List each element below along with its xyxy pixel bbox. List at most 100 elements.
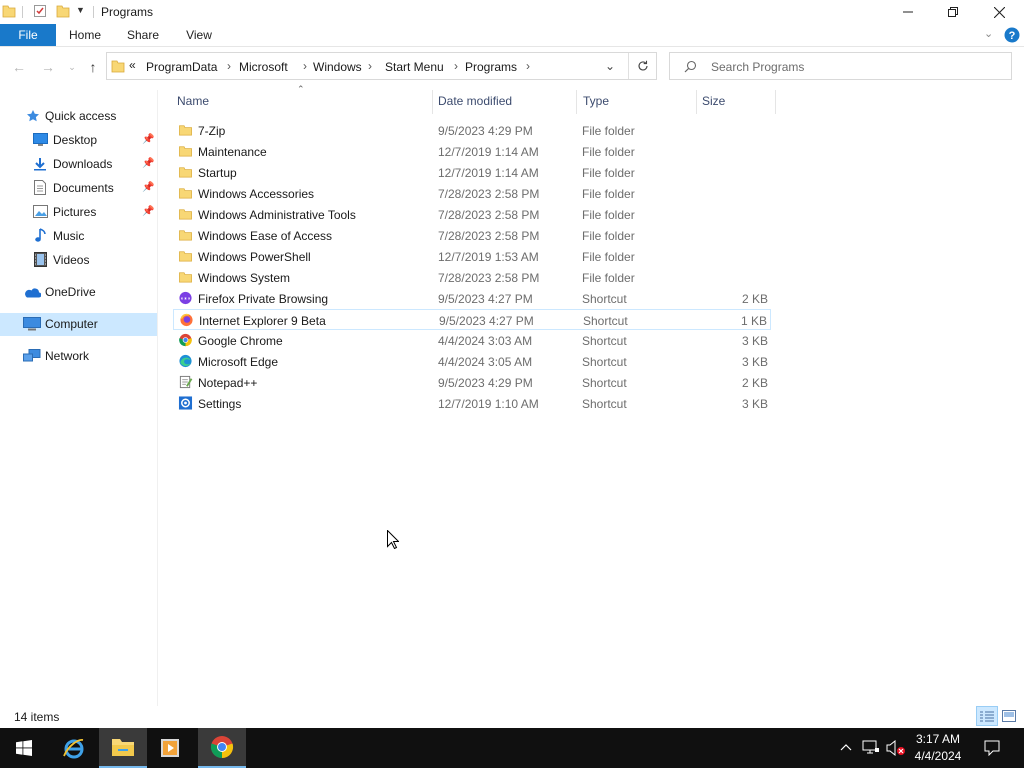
chevron-right-icon[interactable]: › [454,59,458,73]
large-icons-view-icon[interactable] [1002,710,1016,722]
volume-muted-icon[interactable] [886,740,906,756]
file-row[interactable]: Startup 12/7/2019 1:14 AM File folder [173,162,771,183]
properties-icon[interactable] [33,4,47,18]
pin-icon[interactable]: 📌 [142,129,154,151]
recent-locations-button[interactable]: ⌄ [62,58,82,76]
breadcrumb-windows[interactable]: Windows [313,60,362,74]
download-icon [34,158,46,171]
column-header-type[interactable]: Type [583,94,609,110]
column-divider[interactable] [576,90,577,114]
search-box[interactable]: Search Programs [669,52,1012,80]
file-name: Internet Explorer 9 Beta [199,314,326,328]
file-row[interactable]: Firefox Private Browsing 9/5/2023 4:27 PM… [173,288,771,309]
file-name: 7-Zip [198,124,226,138]
pin-icon[interactable]: 📌 [142,153,154,175]
nav-label: Computer [45,317,98,331]
breadcrumb-start-menu[interactable]: Start Menu [385,60,444,74]
file-date-modified: 7/28/2023 2:58 PM [438,208,540,222]
nav-desktop[interactable]: Desktop 📌 [0,129,157,151]
file-row[interactable]: 7-Zip 9/5/2023 4:29 PM File folder [173,120,771,141]
notepadpp-icon [179,375,193,389]
pane-splitter[interactable] [157,90,158,706]
nav-videos[interactable]: Videos [0,249,157,271]
clock-time[interactable]: 3:17 AM [908,732,968,746]
notification-center-icon[interactable] [984,740,1000,756]
chevron-right-icon[interactable]: › [368,59,372,73]
file-date-modified: 9/5/2023 4:29 PM [438,124,533,138]
pin-icon[interactable]: 📌 [142,177,154,199]
clock-date[interactable]: 4/4/2024 [908,749,968,763]
breadcrumb-programdata[interactable]: ProgramData [146,60,217,74]
divider [628,53,629,79]
help-icon[interactable]: ? [1004,27,1020,43]
breadcrumb-programs[interactable]: Programs [465,60,517,74]
refresh-icon[interactable] [637,60,649,72]
nav-documents[interactable]: Documents 📌 [0,177,157,199]
nav-onedrive[interactable]: OneDrive [0,281,157,303]
breadcrumb-microsoft[interactable]: Microsoft [239,60,288,74]
taskbar: 3:17 AM 4/4/2024 [0,728,1024,768]
tab-file[interactable]: File [0,24,56,46]
nav-downloads[interactable]: Downloads 📌 [0,153,157,175]
file-row[interactable]: Windows PowerShell 12/7/2019 1:53 AM File … [173,246,771,267]
breadcrumb-overflow[interactable]: « [129,58,136,72]
file-row[interactable]: Windows Administrative Tools 7/28/2023 2:… [173,204,771,225]
file-type: Shortcut [582,397,627,411]
back-button[interactable]: ← [9,58,29,76]
column-header-size[interactable]: Size [702,94,725,110]
restore-button[interactable] [930,0,976,24]
customize-quick-access-button[interactable]: ▼ [76,5,85,15]
file-name: Windows PowerShell [198,250,311,264]
address-bar[interactable]: « ProgramData › Microsoft › Windows › St… [106,52,657,80]
column-divider[interactable] [432,90,433,114]
nav-label: Music [53,229,85,243]
close-button[interactable] [976,0,1022,24]
folder-icon[interactable] [2,4,16,18]
tab-share[interactable]: Share [120,24,166,46]
file-size: 2 KB [741,292,768,306]
expand-ribbon-button[interactable]: ⌄ [984,27,993,40]
nav-quick-access[interactable]: Quick access [0,105,157,127]
column-divider[interactable] [775,90,776,114]
tab-home[interactable]: Home [62,24,108,46]
forward-button[interactable]: → [38,58,58,76]
chevron-right-icon[interactable]: › [526,59,530,73]
nav-pictures[interactable]: Pictures 📌 [0,201,157,223]
file-row[interactable]: Notepad++ 9/5/2023 4:29 PM Shortcut 2 KB [173,372,771,393]
network-status-icon[interactable] [862,740,880,756]
tab-view[interactable]: View [176,24,222,46]
file-date-modified: 12/7/2019 1:53 AM [438,250,539,264]
file-row[interactable]: Windows Ease of Access 7/28/2023 2:58 PM F… [173,225,771,246]
taskbar-media-player[interactable] [147,728,195,768]
new-folder-icon[interactable] [56,4,70,18]
column-header-name[interactable]: Name [177,94,209,110]
start-button[interactable] [0,728,48,768]
minimize-button[interactable] [885,0,931,24]
star-icon [27,110,39,122]
taskbar-internet-explorer[interactable] [50,728,98,768]
chevron-right-icon[interactable]: › [227,59,231,73]
search-placeholder[interactable]: Search Programs [711,60,804,74]
nav-network[interactable]: Network [0,345,157,367]
show-hidden-icons-icon[interactable] [840,743,852,751]
nav-computer[interactable]: Computer [0,313,157,335]
column-header-date[interactable]: Date modified [438,94,512,110]
ribbon-tabs: File Home Share View ⌄ ? [0,24,1024,47]
file-row[interactable]: Settings 12/7/2019 1:10 AM Shortcut 3 KB [173,393,771,414]
file-name: Microsoft Edge [198,355,279,369]
file-row[interactable]: Internet Explorer 9 Beta 9/5/2023 4:27 PM… [173,309,771,330]
taskbar-file-explorer[interactable] [99,728,147,768]
file-row[interactable]: Windows Accessories 7/28/2023 2:58 PM File… [173,183,771,204]
nav-music[interactable]: Music [0,225,157,247]
pin-icon[interactable]: 📌 [142,201,154,223]
file-row[interactable]: Google Chrome 4/4/2024 3:03 AM Shortcut 3 K… [173,330,771,351]
up-button[interactable]: ↑ [83,58,103,76]
details-view-button[interactable] [976,706,998,726]
file-row[interactable]: Microsoft Edge 4/4/2024 3:05 AM Shortcut 3 … [173,351,771,372]
file-row[interactable]: Maintenance 12/7/2019 1:14 AM File folder [173,141,771,162]
address-history-dropdown[interactable]: ⌄ [605,59,615,73]
file-row[interactable]: Windows System 7/28/2023 2:58 PM File fold… [173,267,771,288]
chevron-right-icon[interactable]: › [303,59,307,73]
taskbar-chrome[interactable] [198,728,246,768]
column-divider[interactable] [696,90,697,114]
